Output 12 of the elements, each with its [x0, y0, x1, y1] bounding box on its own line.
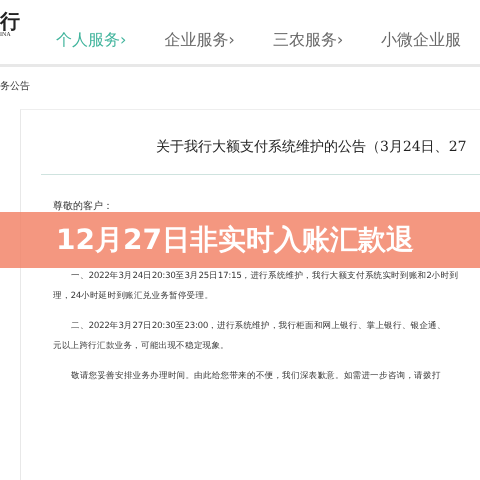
notice-text: 元以上跨行汇款业务，可能出现不稳定现象。: [53, 340, 230, 353]
notice-text: 一、2022年3月24日20:30至3月25日17:15，进行系统维护，我行大额支付系统实时到账和2小时到: [70, 270, 460, 283]
headline: 12月27日非实时入账汇款退: [56, 222, 414, 258]
notice-text: 理，24小时延时到账汇兑业务暂停受理。: [53, 290, 214, 303]
notice-text: 敬请您妥善安排业务办理时间。由此给您带来的不便，我们深表歉意。如需进一步咨询，请拨打: [70, 370, 442, 383]
nav-tab[interactable]: 小微企业服: [381, 30, 462, 50]
greeting: 尊敬的客户：: [53, 200, 114, 213]
notice-text: 二、2022年3月27日20:30至23:00，进行系统维护，我行柜面和网上银行、掌上银行、银企通、: [70, 320, 447, 333]
nav-tab[interactable]: 三农服务›: [272, 30, 344, 50]
breadcrumb: 务公告: [0, 80, 31, 94]
notice-title: 关于我行大额支付系统维护的公告（3月24日、27: [155, 138, 468, 156]
nav-tab[interactable]: 企业服务›: [164, 30, 235, 50]
